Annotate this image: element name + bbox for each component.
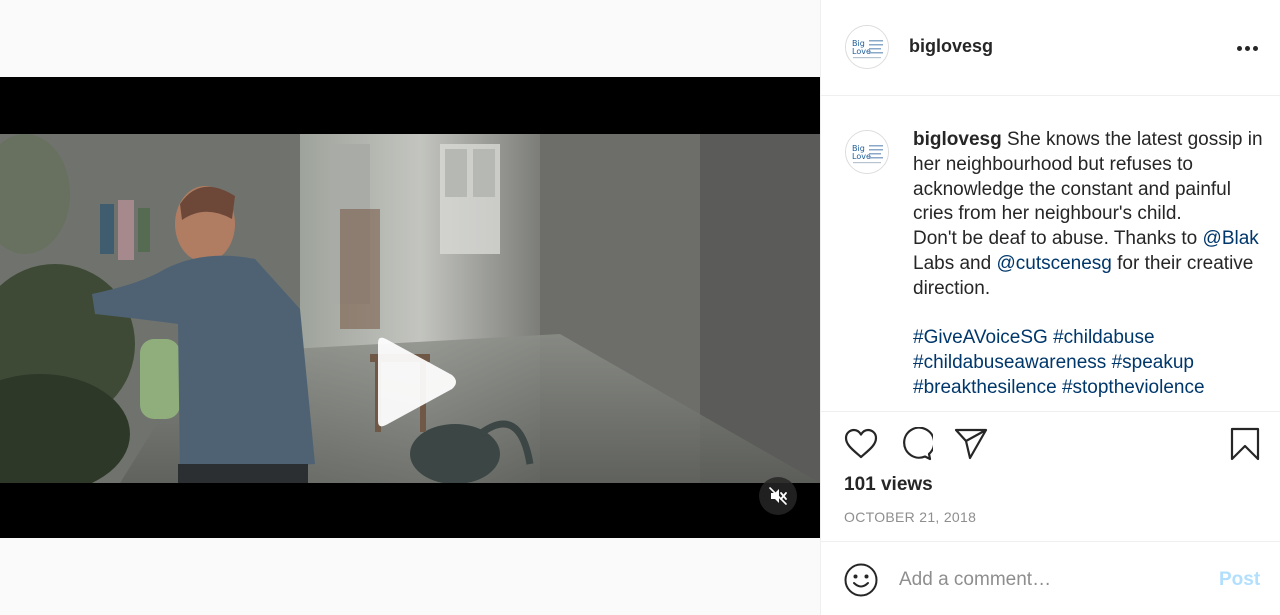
header-username[interactable]: biglovesg — [909, 36, 993, 57]
avatar[interactable]: Big Love — [845, 25, 889, 69]
caption-avatar[interactable]: Big Love — [845, 130, 889, 174]
comment-bubble-icon — [903, 427, 933, 461]
action-bar: 101 views OCTOBER 21, 2018 — [821, 411, 1280, 541]
post-header: Big Love biglovesg — [821, 0, 1280, 96]
play-icon — [378, 337, 456, 427]
comment-button[interactable] — [898, 426, 934, 462]
hashtag-link[interactable]: #breakthesilence — [913, 377, 1057, 398]
more-options-icon — [1236, 45, 1242, 51]
hashtag-link[interactable]: #stoptheviolence — [1062, 377, 1205, 398]
mention-blak[interactable]: @Blak — [1203, 228, 1259, 249]
mute-toggle-button[interactable] — [759, 477, 797, 515]
hashtag-link[interactable]: #speakup — [1112, 352, 1194, 373]
hashtags-line-3: #breakthesilence #stoptheviolence — [913, 376, 1263, 401]
more-options-icon-dot — [1244, 45, 1250, 51]
play-button[interactable] — [366, 335, 460, 429]
caption-section: Big Love biglovesg She knows the latest … — [821, 96, 1280, 411]
hashtags-line-1: #GiveAVoiceSG #childabuse — [913, 326, 1263, 351]
hashtag-link[interactable]: #childabuseawareness — [913, 352, 1106, 373]
instagram-post-view: Big Love biglovesg Big Love biglovesg Sh… — [0, 0, 1280, 615]
logo-text-love: Love — [852, 47, 871, 56]
share-button[interactable] — [953, 426, 989, 462]
caption-username[interactable]: biglovesg — [913, 129, 1002, 150]
hashtag-link[interactable]: #childabuse — [1053, 327, 1154, 348]
like-button[interactable] — [843, 426, 879, 462]
biglove-logo: Big Love — [846, 131, 888, 173]
more-options-button[interactable] — [1231, 36, 1263, 60]
caption-body-3: Labs and — [913, 252, 997, 274]
comment-bar: Post — [821, 541, 1280, 615]
mention-cutscenesg[interactable]: @cutscenesg — [996, 253, 1111, 274]
hashtag-link[interactable]: #GiveAVoiceSG — [913, 327, 1048, 348]
media-area — [0, 0, 820, 615]
save-button[interactable] — [1227, 426, 1263, 462]
paper-plane-icon — [954, 428, 988, 460]
video-still-image — [0, 134, 820, 483]
video-player[interactable] — [0, 77, 820, 538]
post-date: OCTOBER 21, 2018 — [844, 509, 977, 525]
video-frame — [0, 134, 820, 483]
caption-paragraph-1: biglovesg She knows the latest gossip in… — [913, 128, 1263, 227]
biglove-logo: Big Love — [846, 26, 888, 68]
comment-input[interactable] — [899, 564, 1199, 596]
bookmark-icon — [1230, 427, 1260, 461]
caption-body-2: Don't be deaf to abuse. Thanks to — [913, 228, 1203, 250]
speaker-muted-icon — [769, 487, 787, 505]
caption-text: biglovesg She knows the latest gossip in… — [913, 128, 1263, 401]
view-count[interactable]: 101 views — [844, 474, 933, 496]
heart-icon — [844, 428, 878, 459]
hashtags-line-2: #childabuseawareness #speakup — [913, 351, 1263, 376]
emoji-button[interactable] — [843, 562, 879, 598]
post-details-panel: Big Love biglovesg Big Love biglovesg Sh… — [820, 0, 1280, 615]
smiley-icon — [844, 563, 878, 597]
post-comment-button[interactable]: Post — [1219, 569, 1260, 591]
caption-paragraph-2: Don't be deaf to abuse. Thanks to @Blak … — [913, 227, 1263, 301]
more-options-icon-dot — [1252, 45, 1258, 51]
logo-text-love: Love — [852, 152, 871, 161]
